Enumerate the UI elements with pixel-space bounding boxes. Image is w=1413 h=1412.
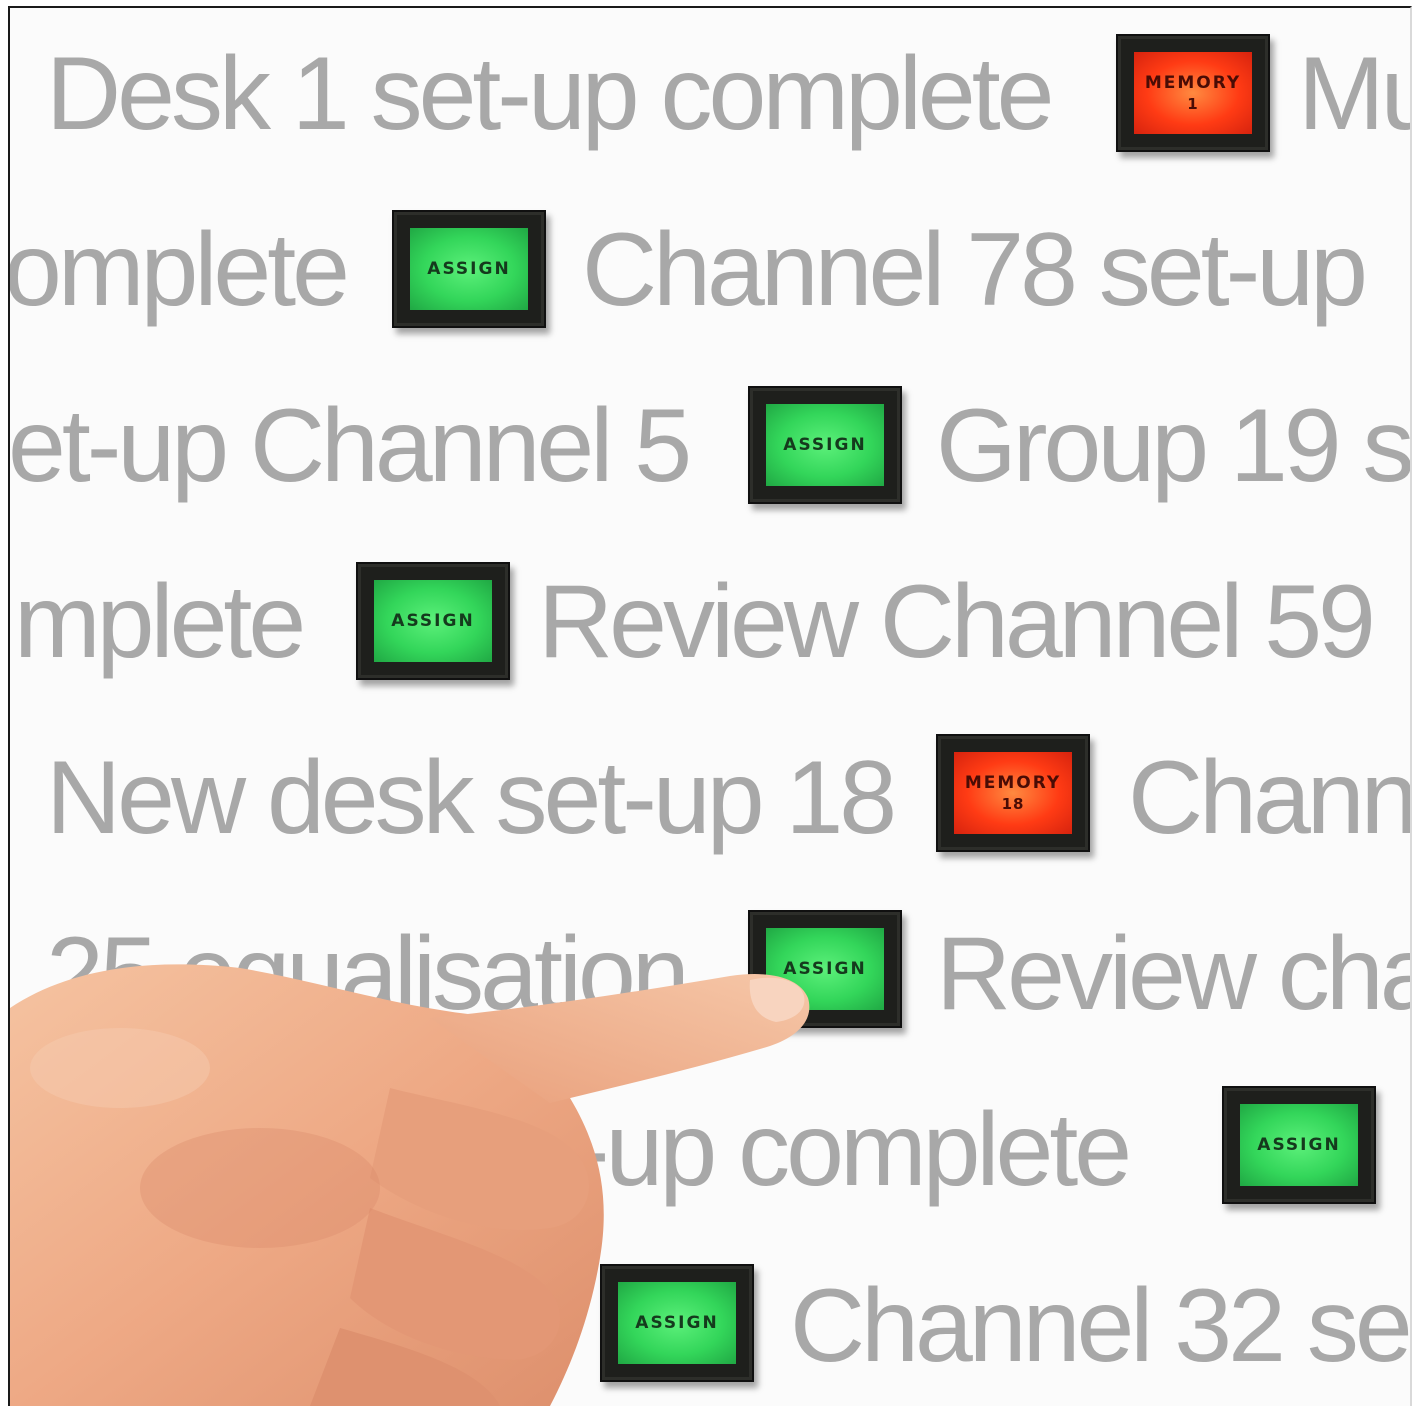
- console-panel: Desk 1 set-up complete Mu MEMORY 1 omple…: [8, 6, 1412, 1406]
- pointing-hand-icon: [10, 964, 810, 1406]
